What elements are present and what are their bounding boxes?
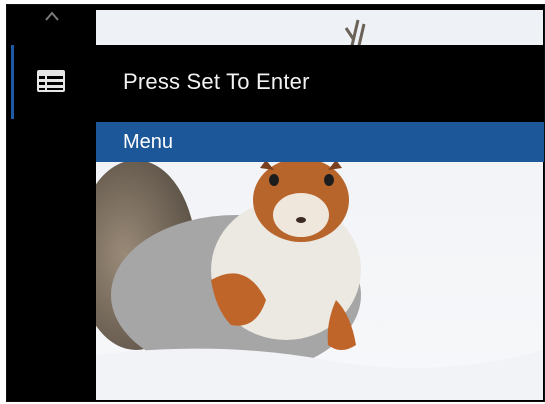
chevron-up-icon[interactable] bbox=[45, 11, 59, 21]
menu-item-label: Menu bbox=[123, 131, 174, 153]
menu-item-menu[interactable]: Menu bbox=[96, 122, 544, 162]
side-panel bbox=[7, 5, 96, 401]
selection-accent bbox=[11, 45, 14, 119]
instruction-banner: Press Set To Enter bbox=[96, 45, 544, 122]
menu-list-icon[interactable] bbox=[36, 69, 66, 93]
banner-text: Press Set To Enter bbox=[123, 69, 310, 94]
camera-screen: Press Set To Enter Menu bbox=[6, 4, 545, 402]
